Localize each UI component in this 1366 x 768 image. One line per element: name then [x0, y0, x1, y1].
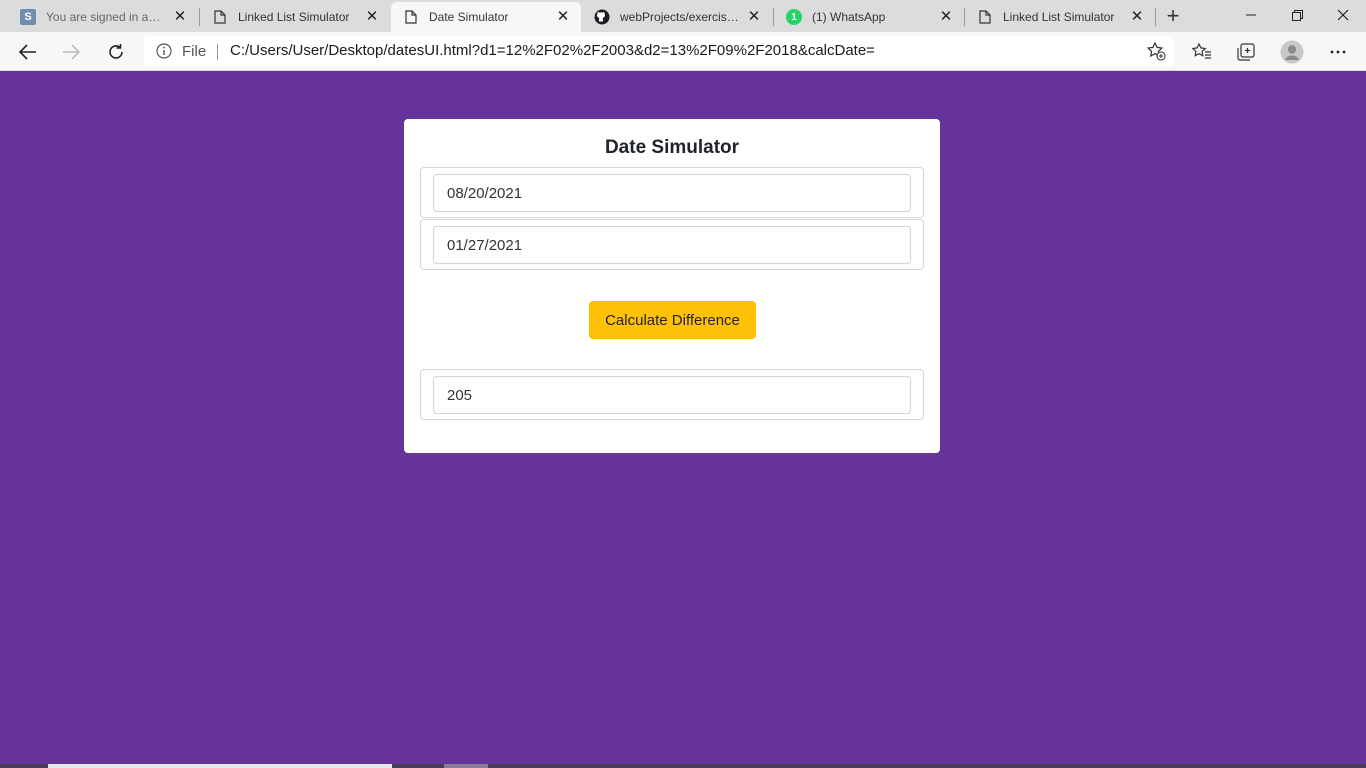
add-favorite-icon[interactable]	[1146, 41, 1166, 66]
close-icon[interactable]: ✕	[172, 9, 188, 25]
taskbar-segment	[48, 764, 392, 768]
address-bar[interactable]: File C:/Users/User/Desktop/datesUI.html?…	[144, 36, 1174, 67]
taskbar-segment	[444, 764, 488, 768]
whatsapp-icon: 1	[786, 9, 802, 25]
result-field[interactable]	[433, 376, 911, 414]
date-simulator-card: Date Simulator Calculate Difference	[404, 119, 940, 453]
info-icon[interactable]	[156, 43, 172, 64]
tab-bar: S You are signed in as 17 ✕ Linked List …	[0, 0, 1366, 32]
taskbar-edge	[0, 764, 1366, 768]
scheme-label: File	[182, 43, 207, 60]
close-window-icon[interactable]	[1320, 0, 1366, 30]
tab-whatsapp[interactable]: 1 (1) WhatsApp ✕	[774, 2, 964, 32]
page-icon	[212, 9, 228, 25]
tab-linked-list-1[interactable]: Linked List Simulator ✕	[200, 2, 390, 32]
s-favicon-icon: S	[20, 9, 36, 25]
result-group	[420, 369, 924, 420]
date1-input[interactable]	[433, 174, 911, 212]
tab-date-simulator[interactable]: Date Simulator ✕	[391, 2, 581, 32]
close-icon[interactable]: ✕	[938, 9, 954, 25]
tab-title: Linked List Simulator	[238, 10, 350, 24]
tab-separator	[1155, 8, 1156, 26]
collections-icon[interactable]	[1231, 37, 1261, 67]
new-tab-icon[interactable]: +	[1162, 5, 1184, 27]
tab-title: You are signed in as 17	[46, 10, 166, 24]
tab-title: webProjects/exercise2 a	[620, 10, 740, 24]
page-icon	[403, 9, 419, 25]
date2-input[interactable]	[433, 226, 911, 264]
profile-avatar-icon[interactable]	[1277, 37, 1307, 67]
close-icon[interactable]: ✕	[555, 9, 571, 25]
minimize-icon[interactable]	[1228, 0, 1274, 30]
close-icon[interactable]: ✕	[746, 9, 762, 25]
tab-title: Linked List Simulator	[1003, 10, 1115, 24]
calculate-difference-button[interactable]: Calculate Difference	[589, 301, 756, 339]
refresh-icon[interactable]	[101, 37, 131, 67]
address-divider	[217, 44, 218, 60]
date2-group	[420, 219, 924, 270]
page-title: Date Simulator	[604, 137, 740, 158]
browser-toolbar: File C:/Users/User/Desktop/datesUI.html?…	[0, 32, 1366, 71]
page-icon	[977, 9, 993, 25]
forward-arrow-icon[interactable]	[56, 37, 86, 67]
tab-title: (1) WhatsApp	[812, 10, 886, 24]
tab-github[interactable]: webProjects/exercise2 a ✕	[582, 2, 772, 32]
tab-linked-list-2[interactable]: Linked List Simulator ✕	[965, 2, 1155, 32]
favorites-icon[interactable]	[1187, 37, 1217, 67]
close-icon[interactable]: ✕	[364, 9, 380, 25]
back-arrow-icon[interactable]	[13, 37, 43, 67]
more-menu-icon[interactable]	[1323, 37, 1353, 67]
tab-title: Date Simulator	[429, 10, 509, 24]
restore-icon[interactable]	[1274, 0, 1320, 30]
tab-signed-in[interactable]: S You are signed in as 17 ✕	[8, 2, 198, 32]
date1-group	[420, 167, 924, 218]
github-icon	[594, 9, 610, 25]
close-icon[interactable]: ✕	[1129, 9, 1145, 25]
url-text[interactable]: C:/Users/User/Desktop/datesUI.html?d1=12…	[230, 42, 875, 59]
